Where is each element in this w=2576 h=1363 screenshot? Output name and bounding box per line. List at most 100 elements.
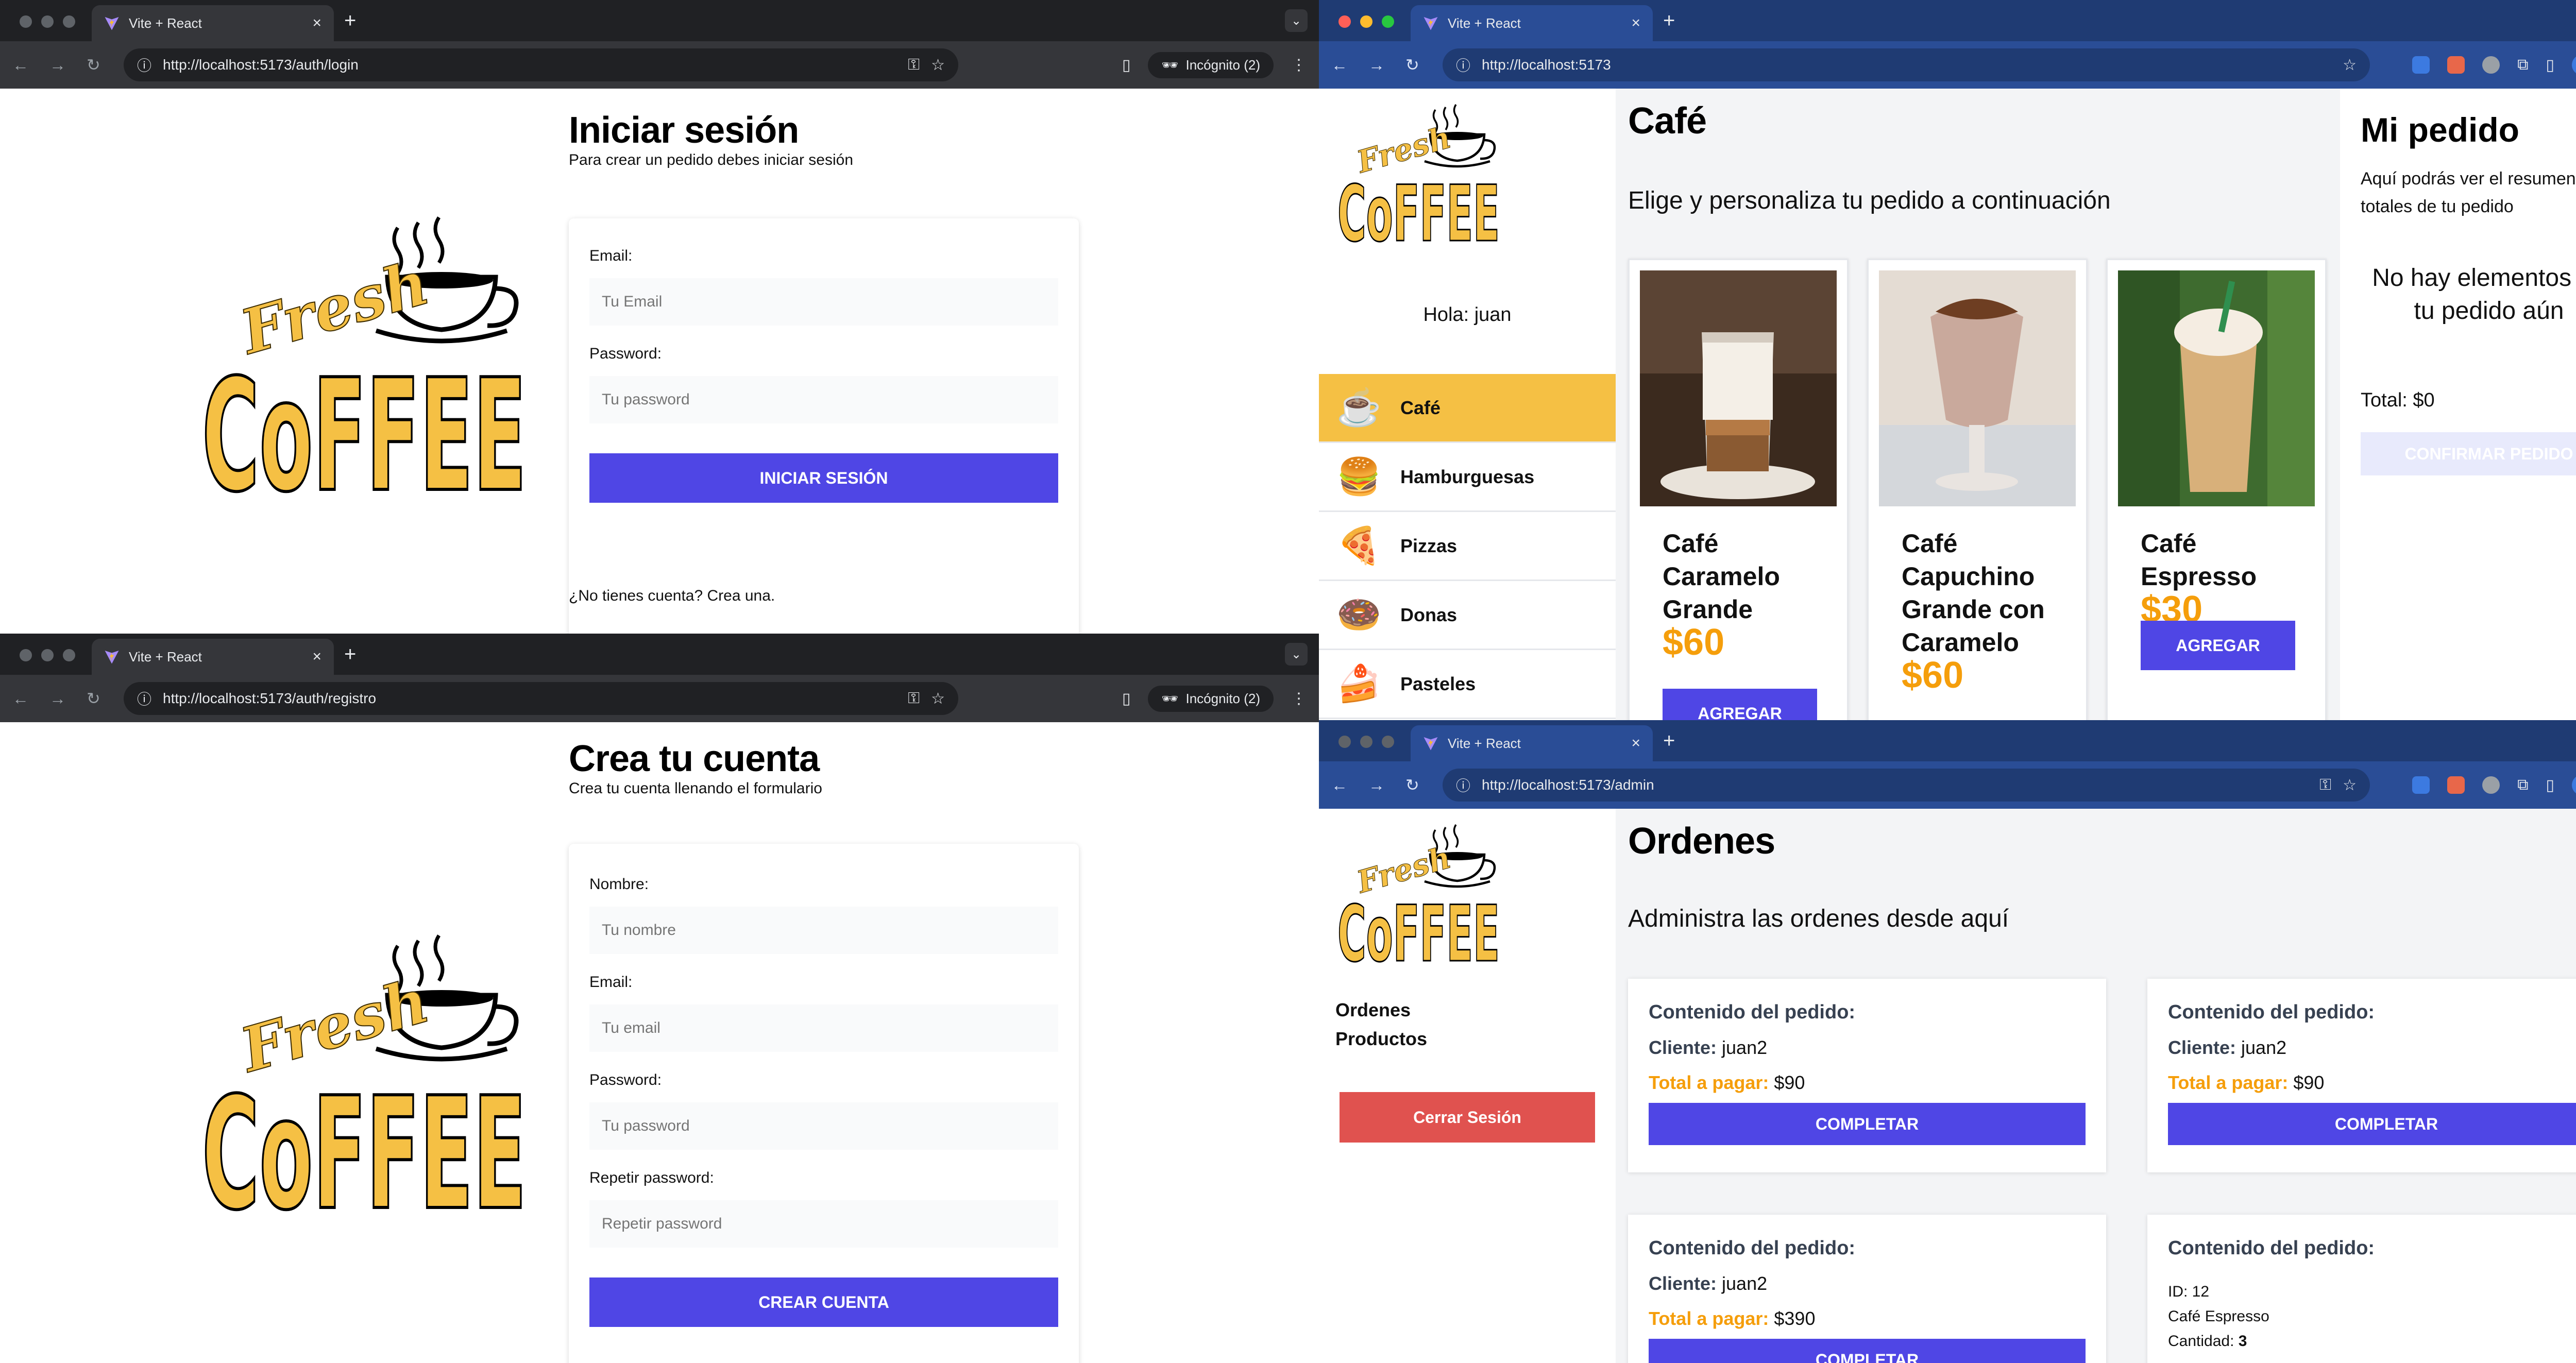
password-input[interactable] <box>589 1102 1058 1150</box>
url-text[interactable]: http://localhost:5173 <box>1482 57 2331 73</box>
nav-item-ordenes[interactable]: Ordenes <box>1335 999 1411 1021</box>
password-input[interactable] <box>589 376 1058 423</box>
forward-arrow-icon[interactable]: → <box>1368 772 1385 798</box>
password-key-icon[interactable]: ⚿ <box>908 690 920 707</box>
create-account-button[interactable]: CREAR CUENTA <box>589 1277 1058 1327</box>
reload-icon[interactable]: ↻ <box>87 685 100 712</box>
url-text[interactable]: http://localhost:5173/auth/registro <box>163 690 896 707</box>
url-text[interactable]: http://localhost:5173/auth/login <box>163 57 896 73</box>
minimize-window-button[interactable] <box>41 15 54 28</box>
bookmark-star-icon[interactable]: ☆ <box>931 56 945 74</box>
incognito-indicator[interactable]: 🕶 Incógnito (2) <box>1148 685 1274 712</box>
new-tab-icon[interactable]: + <box>1663 9 1675 32</box>
translate-extension-icon[interactable] <box>2412 776 2430 794</box>
new-tab-icon[interactable]: + <box>1663 729 1675 752</box>
address-bar[interactable]: ⓘ http://localhost:5173/admin ⚿ ☆ <box>1443 769 2370 802</box>
browser-tab[interactable]: Vite + React × <box>1411 5 1653 41</box>
tab-search-chevron-icon[interactable]: ⌄ <box>1285 643 1308 666</box>
url-text[interactable]: http://localhost:5173/admin <box>1482 777 2308 793</box>
back-arrow-icon[interactable]: ← <box>1331 52 1348 78</box>
puzzle-extensions-icon[interactable]: ⧉ <box>2517 56 2528 74</box>
close-window-button[interactable] <box>20 15 32 28</box>
maximize-window-button[interactable] <box>63 649 75 661</box>
forward-arrow-icon[interactable]: → <box>49 685 66 712</box>
nav-item-productos[interactable]: Productos <box>1335 1028 1427 1050</box>
minimize-window-button[interactable] <box>1360 736 1372 748</box>
reload-icon[interactable]: ↻ <box>1405 772 1419 798</box>
address-bar[interactable]: ⓘ http://localhost:5173/auth/login ⚿ ☆ <box>124 48 958 81</box>
close-window-button[interactable] <box>1338 736 1351 748</box>
add-to-order-button[interactable]: AGREGAR <box>1663 689 1817 720</box>
complete-order-button[interactable]: COMPLETAR <box>1649 1339 2086 1363</box>
close-tab-icon[interactable]: × <box>312 14 321 32</box>
register-link[interactable]: ¿No tienes cuenta? Crea una. <box>569 587 775 605</box>
category-item-pasteles[interactable]: 🍰 Pasteles <box>1319 650 1616 719</box>
new-tab-icon[interactable]: + <box>344 9 356 32</box>
profile-avatar[interactable]: t <box>2572 775 2576 795</box>
password-key-icon[interactable]: ⚿ <box>908 56 920 74</box>
add-to-order-button[interactable]: AGREGAR <box>2141 621 2295 670</box>
total-label: Total a pagar: <box>1649 1308 1769 1329</box>
translate-extension-icon[interactable] <box>2412 56 2430 74</box>
reload-icon[interactable]: ↻ <box>87 52 100 78</box>
back-arrow-icon[interactable]: ← <box>1331 772 1348 798</box>
email-input[interactable] <box>589 1004 1058 1052</box>
tab-search-chevron-icon[interactable]: ⌄ <box>1285 9 1308 32</box>
extension-icon[interactable] <box>2482 56 2500 74</box>
side-panel-icon[interactable]: ▯ <box>1122 56 1131 74</box>
category-item-hamburguesas[interactable]: 🍔 Hamburguesas <box>1319 443 1616 512</box>
forward-arrow-icon[interactable]: → <box>49 52 66 78</box>
new-tab-icon[interactable]: + <box>344 643 356 666</box>
extension-icon[interactable] <box>2447 776 2465 794</box>
profile-avatar[interactable]: t <box>2572 55 2576 75</box>
minimize-window-button[interactable] <box>1360 15 1372 28</box>
logout-button[interactable]: Cerrar Sesión <box>1340 1092 1595 1143</box>
side-panel-icon[interactable]: ▯ <box>2546 56 2554 74</box>
close-tab-icon[interactable]: × <box>1631 14 1640 32</box>
maximize-window-button[interactable] <box>1382 15 1394 28</box>
complete-order-button[interactable]: COMPLETAR <box>2168 1103 2576 1145</box>
browser-tab[interactable]: Vite + React × <box>92 5 334 41</box>
extension-icon[interactable] <box>2447 56 2465 74</box>
confirm-order-button[interactable]: CONFIRMAR PEDIDO <box>2361 432 2576 475</box>
bookmark-star-icon[interactable]: ☆ <box>2343 776 2357 794</box>
back-arrow-icon[interactable]: ← <box>12 52 29 78</box>
close-tab-icon[interactable]: × <box>1631 735 1640 752</box>
category-item-pizzas[interactable]: 🍕 Pizzas <box>1319 512 1616 581</box>
menu-kebab-icon[interactable]: ⋮ <box>1291 56 1307 74</box>
back-arrow-icon[interactable]: ← <box>12 685 29 712</box>
forward-arrow-icon[interactable]: → <box>1368 52 1385 78</box>
menu-kebab-icon[interactable]: ⋮ <box>1291 690 1307 708</box>
maximize-window-button[interactable] <box>1382 736 1394 748</box>
complete-order-button[interactable]: COMPLETAR <box>1649 1103 2086 1145</box>
category-item-donas[interactable]: 🍩 Donas <box>1319 581 1616 650</box>
reload-icon[interactable]: ↻ <box>1405 52 1419 78</box>
browser-tab[interactable]: Vite + React × <box>92 639 334 675</box>
site-info-icon[interactable]: ⓘ <box>137 688 151 709</box>
category-item-cafe[interactable]: ☕ Café <box>1319 374 1616 443</box>
close-window-button[interactable] <box>20 649 32 661</box>
name-input[interactable] <box>589 907 1058 954</box>
bookmark-star-icon[interactable]: ☆ <box>2343 56 2357 74</box>
side-panel-icon[interactable]: ▯ <box>2546 776 2554 794</box>
extension-icon[interactable] <box>2482 776 2500 794</box>
minimize-window-button[interactable] <box>41 649 54 661</box>
email-input[interactable] <box>589 278 1058 326</box>
puzzle-extensions-icon[interactable]: ⧉ <box>2517 776 2528 794</box>
side-panel-icon[interactable]: ▯ <box>1122 690 1131 708</box>
site-info-icon[interactable]: ⓘ <box>1456 55 1470 75</box>
address-bar[interactable]: ⓘ http://localhost:5173 ☆ <box>1443 48 2370 81</box>
close-tab-icon[interactable]: × <box>312 648 321 666</box>
bookmark-star-icon[interactable]: ☆ <box>931 690 945 708</box>
product-name: Café Caramelo Grande $60 <box>1663 527 1838 661</box>
site-info-icon[interactable]: ⓘ <box>1456 775 1470 795</box>
browser-tab[interactable]: Vite + React × <box>1411 725 1653 761</box>
incognito-indicator[interactable]: 🕶 Incógnito (2) <box>1148 52 1274 78</box>
maximize-window-button[interactable] <box>63 15 75 28</box>
repeat-password-input[interactable] <box>589 1200 1058 1248</box>
password-key-icon[interactable]: ⚿ <box>2319 776 2331 794</box>
close-window-button[interactable] <box>1338 15 1351 28</box>
login-button[interactable]: INICIAR SESIÓN <box>589 453 1058 503</box>
site-info-icon[interactable]: ⓘ <box>137 55 151 75</box>
address-bar[interactable]: ⓘ http://localhost:5173/auth/registro ⚿ … <box>124 682 958 715</box>
